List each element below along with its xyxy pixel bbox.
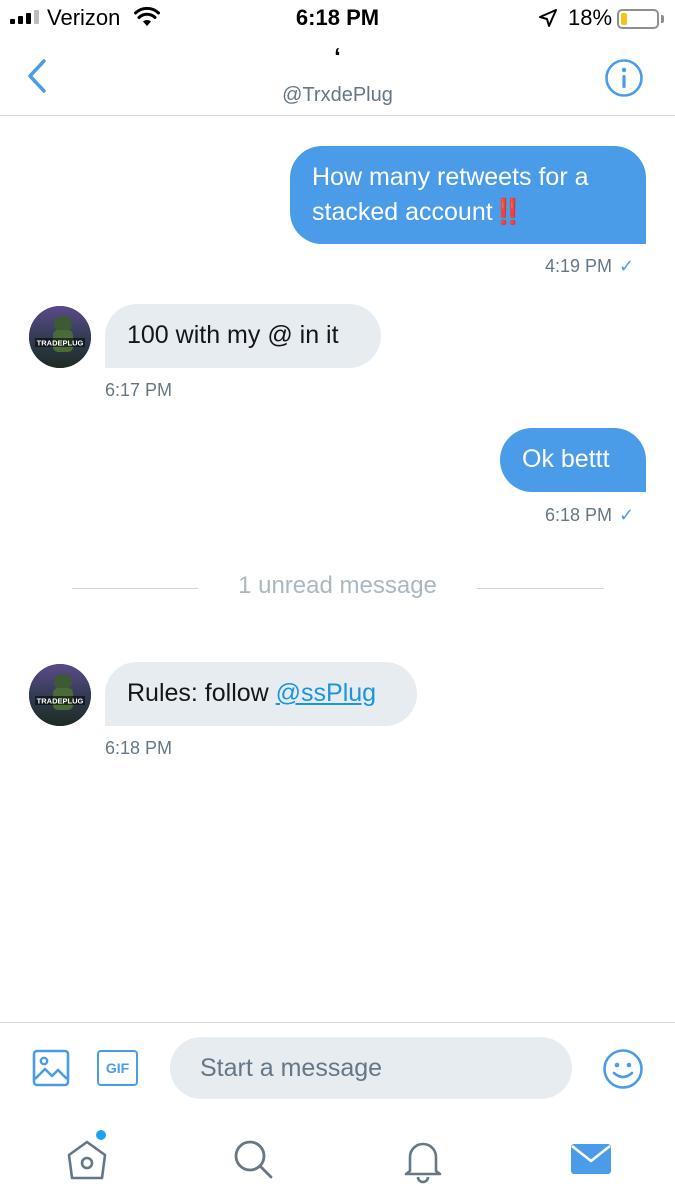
svg-text:TRADEPLUG: TRADEPLUG bbox=[37, 697, 84, 706]
notifications-icon[interactable] bbox=[398, 1134, 448, 1184]
message-bubble-incoming[interactable]: Rules: follow @ssPlug bbox=[105, 662, 417, 726]
info-icon[interactable] bbox=[604, 58, 644, 98]
double-exclamation-emoji: ‼️ bbox=[492, 198, 524, 226]
gif-label: GIF bbox=[105, 1060, 130, 1076]
image-icon[interactable] bbox=[32, 1049, 70, 1087]
gif-icon[interactable]: GIF bbox=[97, 1050, 138, 1086]
status-bar: Verizon 6:18 PM 18% bbox=[0, 0, 675, 38]
messages-icon[interactable] bbox=[566, 1134, 616, 1184]
avatar[interactable]: TRADEPLUG bbox=[29, 306, 91, 368]
conversation-header: ʻ @TrxdePlug bbox=[0, 38, 675, 116]
message-meta: 6:18 PM bbox=[105, 738, 172, 759]
message-bubble-outgoing[interactable]: How many retweets for a stacked account‼… bbox=[290, 146, 646, 244]
message-text: Rules: follow bbox=[127, 679, 276, 707]
message-timestamp: 6:18 PM bbox=[545, 505, 613, 525]
location-arrow-icon bbox=[539, 9, 557, 27]
message-timestamp: 4:19 PM bbox=[545, 256, 613, 276]
divider-line-right bbox=[477, 588, 604, 589]
message-input[interactable] bbox=[170, 1037, 572, 1099]
battery-fill bbox=[621, 13, 627, 25]
message-meta: 4:19 PM ✓ bbox=[545, 256, 634, 277]
contact-handle: @TrxdePlug bbox=[282, 84, 393, 106]
contact-name: ʻ bbox=[334, 44, 341, 71]
home-icon[interactable] bbox=[62, 1134, 112, 1184]
battery-tip bbox=[661, 15, 664, 23]
message-text: 100 with my @ in it bbox=[127, 321, 339, 349]
message-timestamp: 6:18 PM bbox=[105, 738, 173, 758]
read-check-icon: ✓ bbox=[619, 256, 635, 276]
unread-divider: 1 unread message bbox=[0, 570, 675, 604]
tab-bar bbox=[0, 1114, 675, 1200]
mention-link[interactable]: @ssPlug bbox=[276, 679, 376, 707]
svg-text:TRADEPLUG: TRADEPLUG bbox=[37, 339, 84, 348]
avatar-image: TRADEPLUG bbox=[29, 306, 91, 368]
message-timestamp: 6:17 PM bbox=[105, 380, 173, 400]
avatar[interactable]: TRADEPLUG bbox=[29, 664, 91, 726]
message-meta: 6:18 PM ✓ bbox=[545, 505, 634, 526]
message-text: How many retweets for a stacked account bbox=[312, 163, 589, 226]
avatar-image: TRADEPLUG bbox=[29, 664, 91, 726]
unread-label: 1 unread message bbox=[238, 572, 437, 599]
message-bubble-outgoing[interactable]: Ok bettt bbox=[500, 428, 646, 492]
message-meta: 6:17 PM bbox=[105, 380, 172, 401]
message-text: Ok bettt bbox=[522, 445, 610, 473]
message-bubble-incoming[interactable]: 100 with my @ in it bbox=[105, 304, 381, 368]
battery-icon bbox=[617, 9, 659, 29]
message-composer: GIF bbox=[0, 1022, 675, 1114]
emoji-icon[interactable] bbox=[602, 1048, 644, 1090]
notification-dot bbox=[96, 1130, 106, 1140]
search-icon[interactable] bbox=[228, 1134, 278, 1184]
read-check-icon: ✓ bbox=[619, 505, 635, 525]
battery-percent: 18% bbox=[568, 5, 613, 30]
